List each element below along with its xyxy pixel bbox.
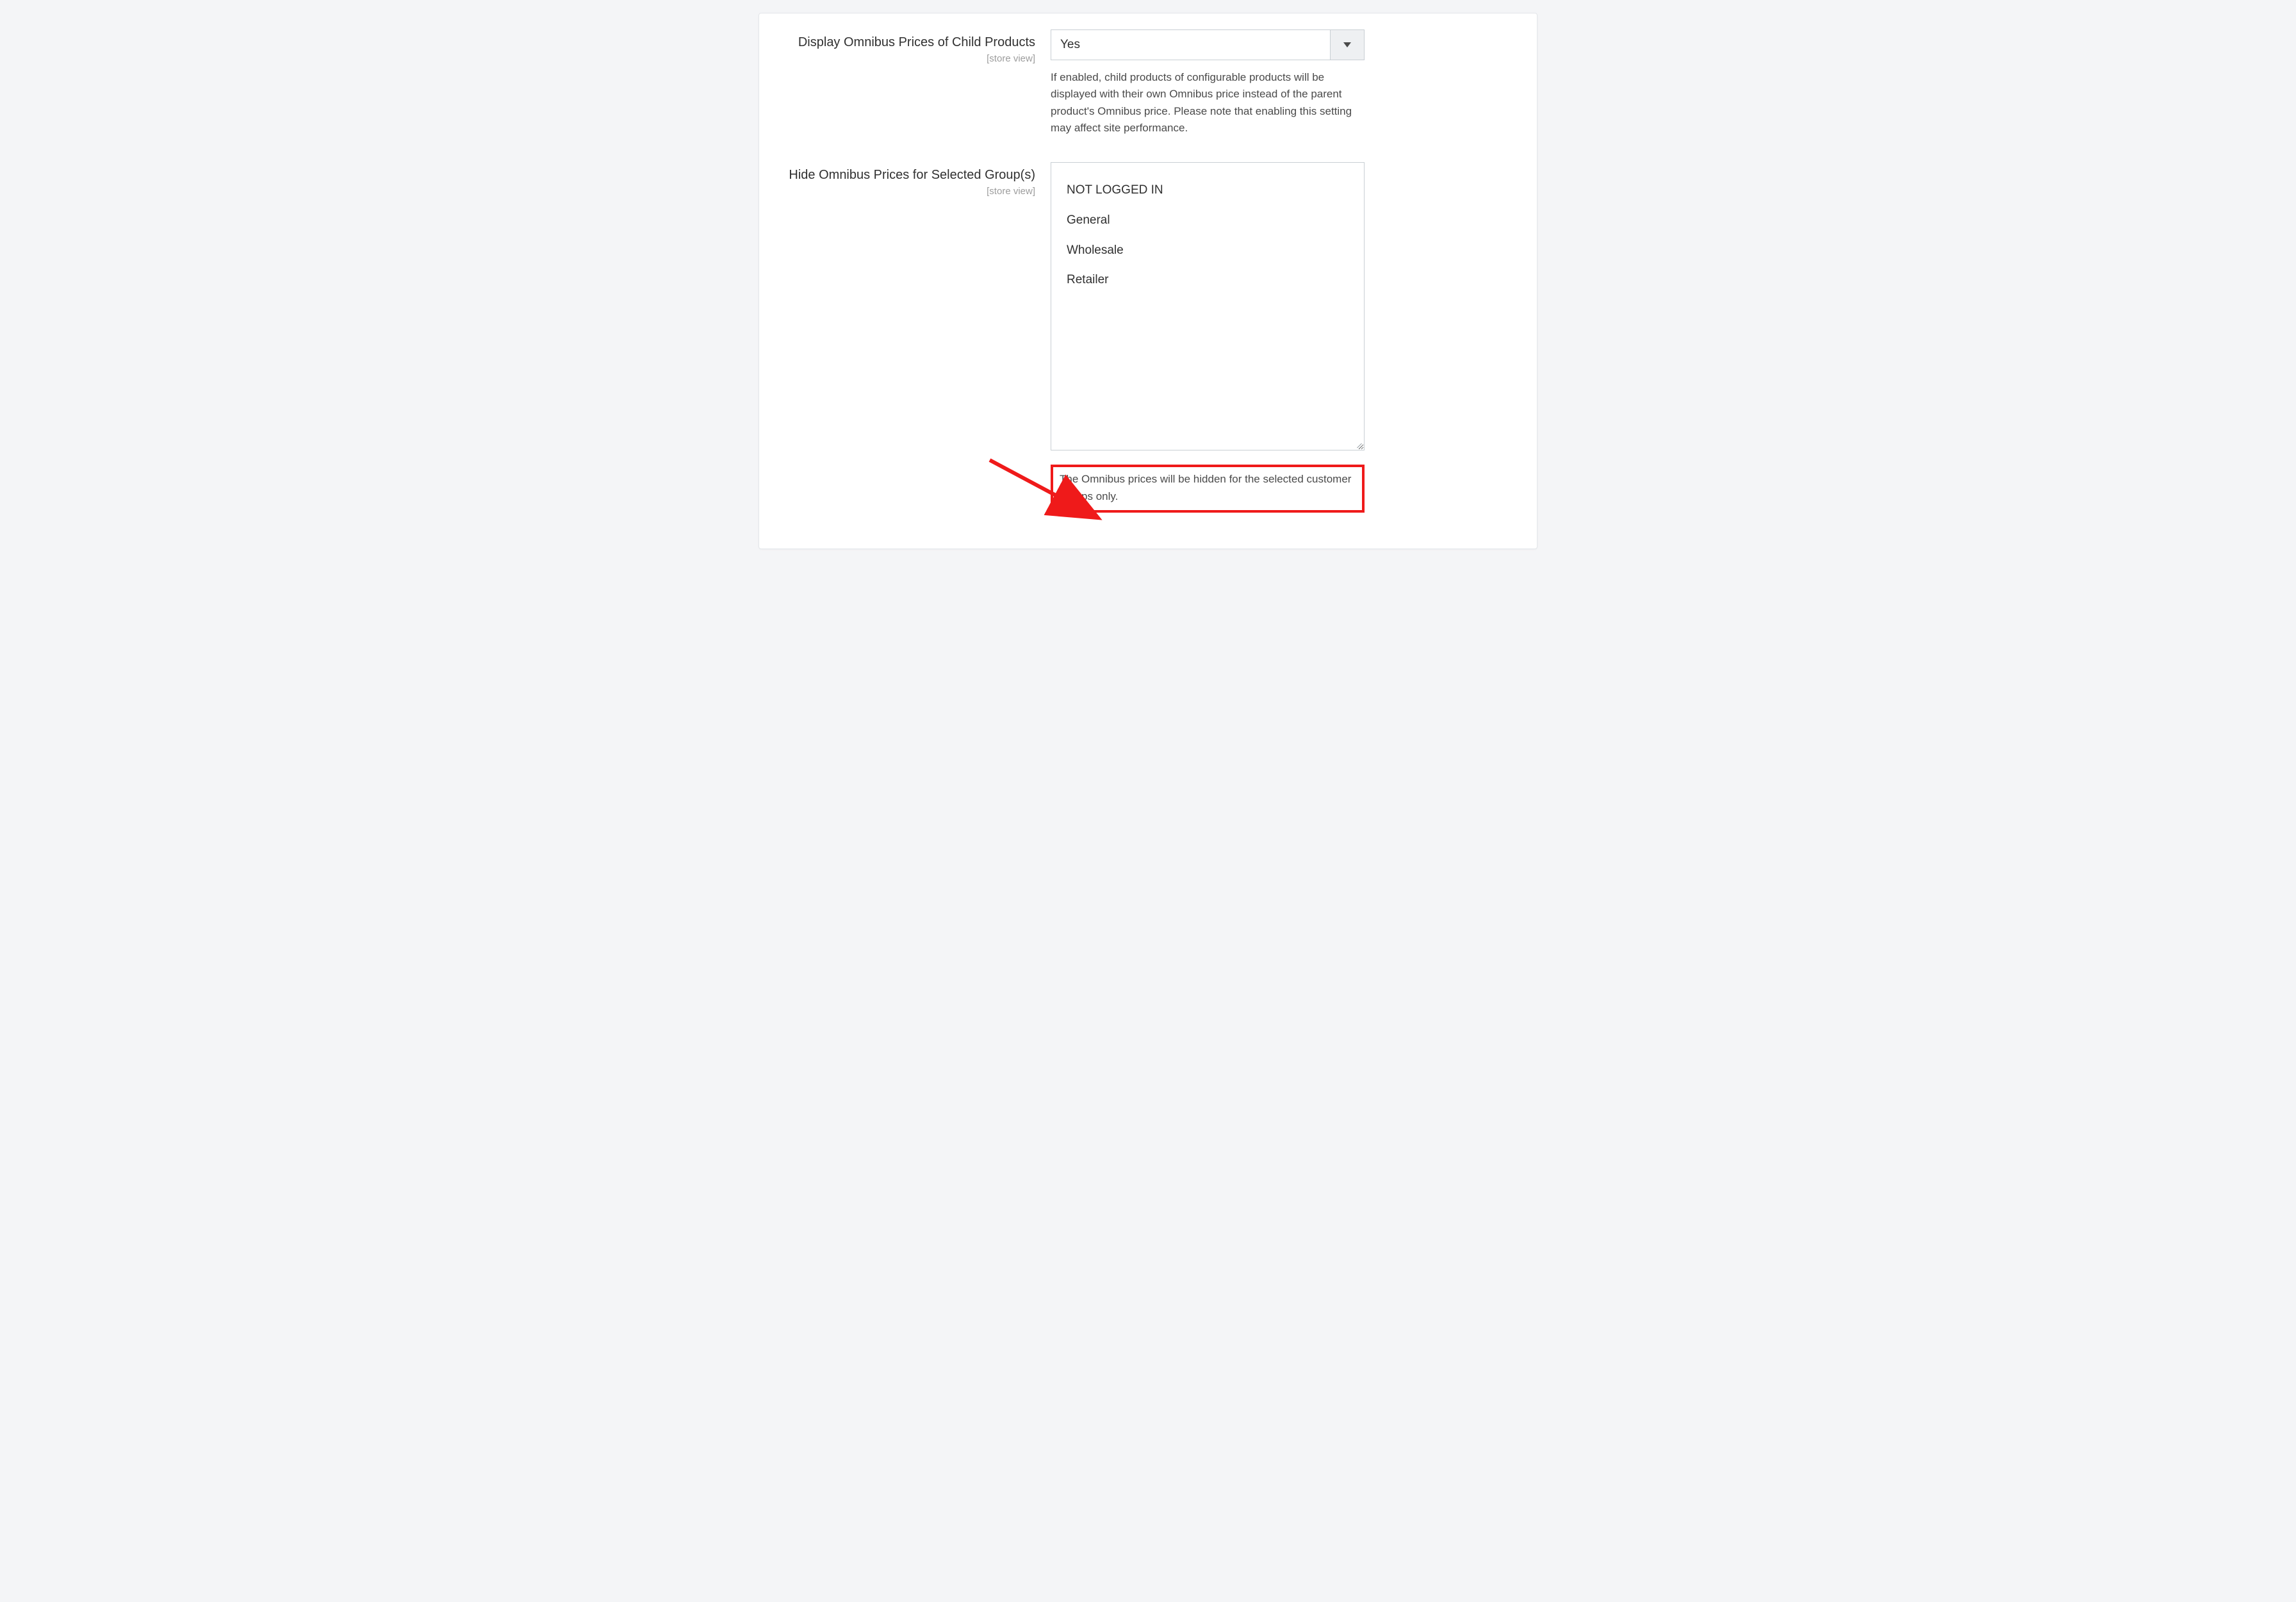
multiselect-option[interactable]: Wholesale bbox=[1067, 236, 1349, 266]
scope-hint: [store view] bbox=[785, 53, 1035, 64]
resize-handle-icon bbox=[1354, 440, 1363, 449]
field-label: Hide Omnibus Prices for Selected Group(s… bbox=[785, 162, 1051, 197]
field-hide-groups: Hide Omnibus Prices for Selected Group(s… bbox=[785, 162, 1511, 513]
multiselect-option[interactable]: General bbox=[1067, 206, 1349, 236]
field-display-child-prices: Display Omnibus Prices of Child Products… bbox=[785, 29, 1511, 136]
chevron-down-icon bbox=[1330, 30, 1364, 60]
hide-groups-multiselect[interactable]: NOT LOGGED IN General Wholesale Retailer bbox=[1051, 162, 1365, 450]
multiselect-option[interactable]: NOT LOGGED IN bbox=[1067, 176, 1349, 206]
field-note: If enabled, child products of configurab… bbox=[1051, 69, 1365, 136]
scope-hint: [store view] bbox=[785, 186, 1035, 197]
settings-panel: Display Omnibus Prices of Child Products… bbox=[758, 13, 1538, 549]
select-value: Yes bbox=[1051, 38, 1330, 52]
field-note-highlighted: The Omnibus prices will be hidden for th… bbox=[1051, 465, 1365, 513]
multiselect-option[interactable]: Retailer bbox=[1067, 265, 1349, 295]
label-text: Display Omnibus Prices of Child Products bbox=[798, 35, 1035, 49]
label-text: Hide Omnibus Prices for Selected Group(s… bbox=[789, 168, 1035, 182]
field-label: Display Omnibus Prices of Child Products… bbox=[785, 29, 1051, 64]
child-prices-select[interactable]: Yes bbox=[1051, 29, 1365, 60]
